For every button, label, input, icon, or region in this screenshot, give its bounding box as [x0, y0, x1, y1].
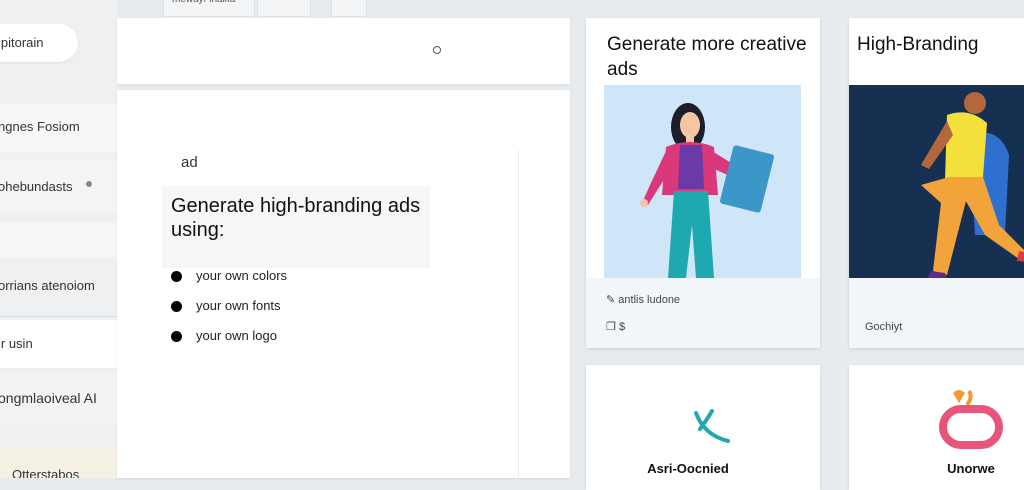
status-dot-icon: [86, 181, 92, 187]
ad-template-card-creative[interactable]: Generate more creative ads ✎ antlis ludo…: [586, 18, 820, 348]
sidebar-item-2[interactable]: ohebundasts: [0, 160, 117, 212]
editor-heading[interactable]: Generate high-branding ads using:: [171, 194, 421, 242]
sidebar-item-1[interactable]: ngnes Fosiom: [0, 104, 117, 152]
sidebar-item-5[interactable]: ir usin: [0, 320, 117, 368]
brand-card-unorwe[interactable]: Unorwe: [849, 365, 1024, 490]
loading-icon: [433, 46, 441, 54]
card-title: High-Branding: [857, 34, 979, 55]
sidebar-item-3[interactable]: [0, 222, 117, 258]
card-meta: ❐ $: [606, 321, 626, 333]
top-tab-3[interactable]: [331, 0, 367, 17]
feature-list: your own colors your own fonts your own …: [171, 266, 287, 356]
sidebar-item-label: ir usin: [0, 336, 33, 351]
sidebar-pill-label: ipitorain: [0, 35, 44, 50]
ad-template-card-branding[interactable]: High-Branding Gochiyt: [849, 18, 1024, 348]
top-tab-label: mewayi-inaika: [172, 0, 235, 5]
sidebar-item-label: orrians atenoiom: [0, 278, 95, 293]
brand-card-asri[interactable]: Asri-Oocnied: [586, 365, 820, 490]
ad-label: ad: [181, 154, 198, 171]
panel-divider: [518, 150, 519, 478]
sidebar-item-7[interactable]: Otterstabos: [0, 448, 117, 478]
top-tab-strip: mewayi-inaika: [117, 0, 567, 17]
left-sidebar: ipitorain ngnes Fosiom ohebundasts orria…: [0, 0, 117, 478]
sparkle-icon: ✎: [606, 294, 616, 306]
sidebar-item-label: Otterstabos: [12, 467, 80, 478]
teal-swoosh-logo-icon: [694, 409, 730, 443]
brand-name: Unorwe: [947, 461, 995, 476]
sidebar-item-6[interactable]: ongmlaoiveal AI: [0, 372, 117, 424]
top-tab-2[interactable]: [257, 0, 311, 17]
list-item: your own colors: [171, 266, 287, 296]
list-item: your own fonts: [171, 296, 287, 326]
card-footer: ✎ antlis ludone ❐ $: [586, 278, 820, 348]
card-meta: ✎ antlis ludone: [606, 294, 681, 306]
card-title: Generate more creative ads: [607, 34, 807, 80]
sidebar-item-4[interactable]: orrians atenoiom: [0, 262, 117, 317]
top-tab-1[interactable]: mewayi-inaika: [163, 0, 255, 17]
pink-ring-logo-icon: [939, 389, 1003, 449]
sidebar-item-label: ohebundasts: [0, 179, 73, 194]
top-panel: [117, 18, 570, 84]
card-footer: Gochiyt: [849, 278, 1024, 348]
woman-holding-card-illustration: [604, 85, 801, 278]
ad-editor-panel: ad Generate high-branding ads using: you…: [117, 90, 570, 478]
list-item: your own logo: [171, 326, 287, 356]
sidebar-pill-button[interactable]: ipitorain: [0, 24, 78, 62]
sidebar-item-label: ongmlaoiveal AI: [0, 390, 97, 406]
sidebar-item-label: ngnes Fosiom: [0, 119, 80, 134]
jumping-figure-illustration: [849, 85, 1024, 278]
copy-icon: ❐: [606, 321, 616, 333]
card-meta: Gochiyt: [865, 321, 903, 333]
brand-name: Asri-Oocnied: [647, 461, 729, 476]
